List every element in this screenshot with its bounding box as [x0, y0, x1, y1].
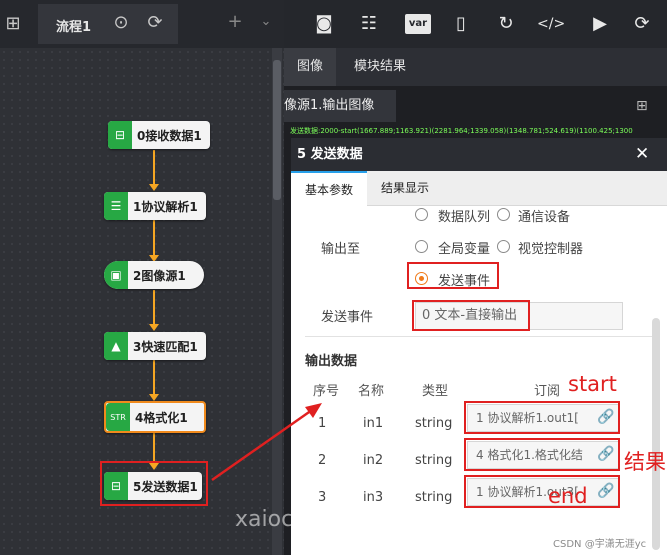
- annotation-arrow: [211, 403, 322, 482]
- watermark: xaiochao-Machine Vision: [235, 507, 508, 532]
- csdn-credit: CSDN @宇潇无涯yc: [553, 539, 647, 550]
